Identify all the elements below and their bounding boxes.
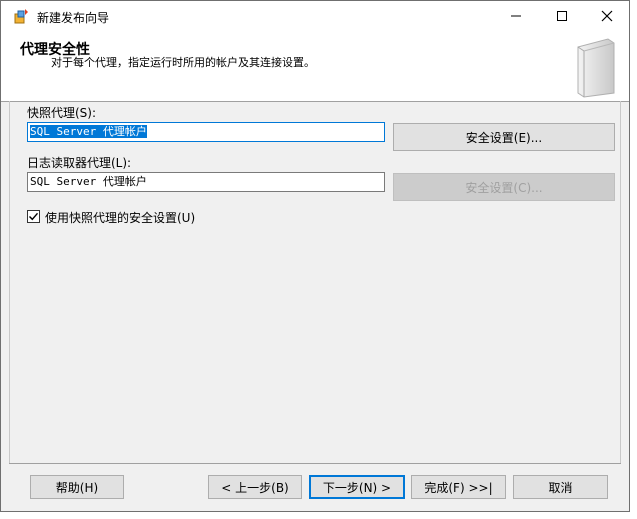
cancel-button[interactable]: 取消 bbox=[513, 475, 608, 499]
maximize-icon bbox=[557, 11, 567, 21]
minimize-button[interactable] bbox=[493, 1, 539, 31]
snapshot-agent-label: 快照代理(S): bbox=[27, 106, 97, 120]
title-bar: 新建发布向导 bbox=[1, 1, 629, 31]
snapshot-agent-field[interactable]: SQL Server 代理帐户 bbox=[27, 122, 385, 142]
footer-divider bbox=[9, 463, 621, 464]
log-reader-agent-field[interactable]: SQL Server 代理帐户 bbox=[27, 172, 385, 192]
wizard-icon bbox=[14, 9, 28, 24]
snapshot-security-button[interactable]: 安全设置(E)... bbox=[393, 123, 615, 151]
help-button[interactable]: 帮助(H) bbox=[30, 475, 124, 499]
wizard-window: 新建发布向导 代理安全性 对于每个代理，指定运行时所用的帐户及其连接设置。 快照… bbox=[0, 0, 630, 512]
checkmark-icon bbox=[29, 212, 39, 221]
close-button[interactable] bbox=[584, 1, 630, 31]
next-button[interactable]: 下一步(N) > bbox=[309, 475, 405, 499]
minimize-icon bbox=[511, 15, 521, 17]
page-header: 代理安全性 对于每个代理，指定运行时所用的帐户及其连接设置。 bbox=[1, 31, 629, 102]
server-banner-icon bbox=[577, 38, 615, 98]
log-reader-security-button[interactable]: 安全设置(C)... bbox=[393, 173, 615, 201]
maximize-button[interactable] bbox=[539, 1, 585, 31]
page-subtitle: 对于每个代理，指定运行时所用的帐户及其连接设置。 bbox=[51, 56, 315, 69]
use-snapshot-security-label[interactable]: 使用快照代理的安全设置(U) bbox=[45, 209, 195, 226]
snapshot-agent-value: SQL Server 代理帐户 bbox=[30, 125, 147, 138]
finish-button[interactable]: 完成(F) >>| bbox=[411, 475, 506, 499]
window-title: 新建发布向导 bbox=[37, 11, 110, 25]
log-reader-agent-label: 日志读取器代理(L): bbox=[27, 156, 132, 170]
close-icon bbox=[601, 10, 613, 22]
use-snapshot-security-checkbox[interactable] bbox=[27, 210, 40, 223]
back-button[interactable]: < 上一步(B) bbox=[208, 475, 302, 499]
log-reader-agent-value: SQL Server 代理帐户 bbox=[30, 175, 147, 188]
